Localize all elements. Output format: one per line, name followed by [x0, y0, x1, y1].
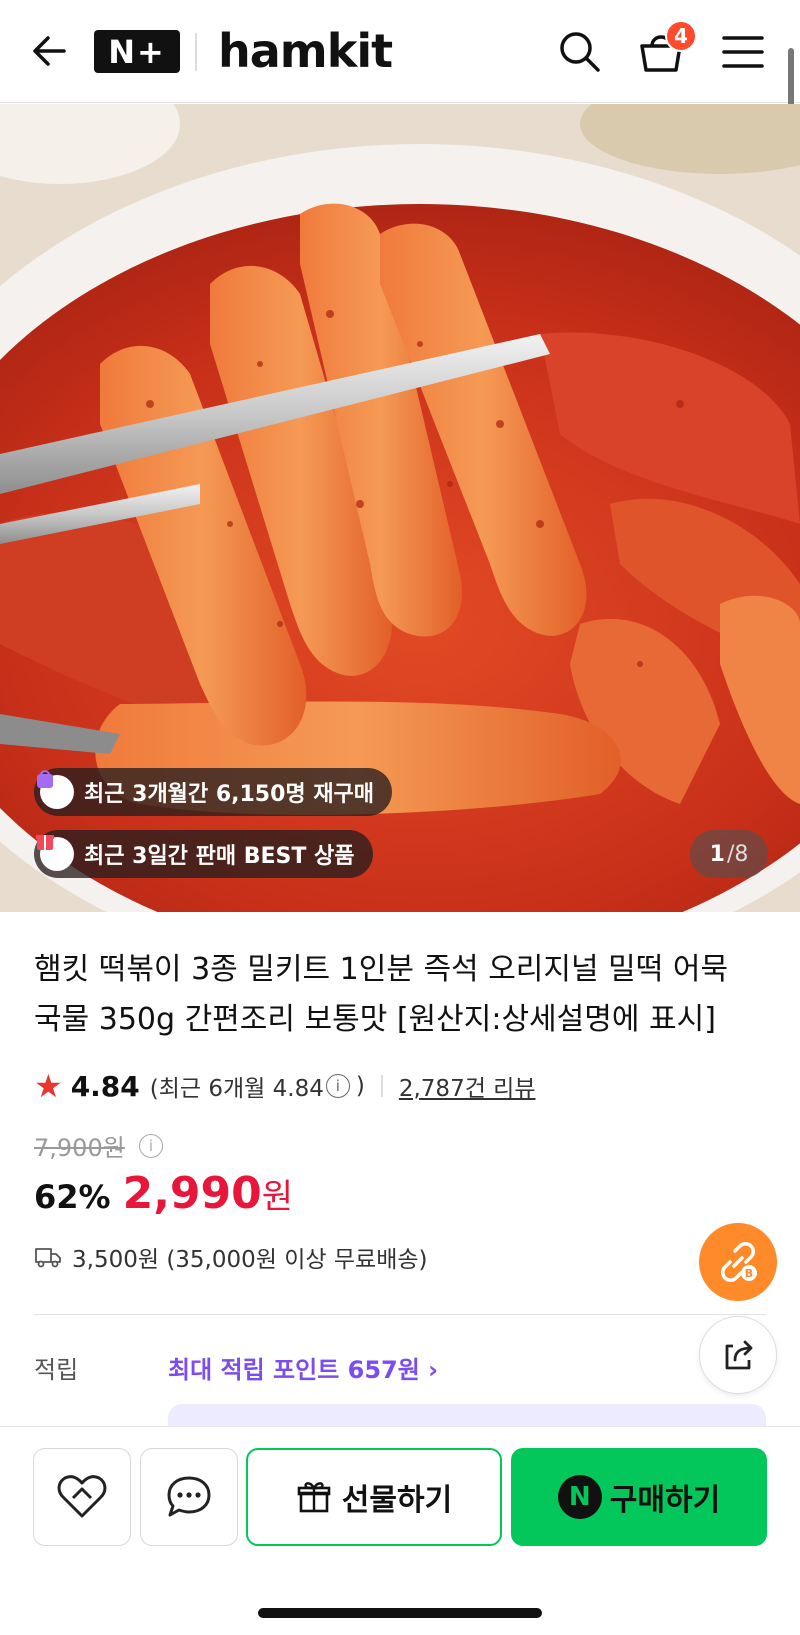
- counter-current: 1: [709, 841, 725, 867]
- chat-bubble-icon: [167, 1476, 211, 1517]
- best-seller-badge: 최근 3일간 판매 BEST 상품: [34, 830, 373, 878]
- svg-text:B: B: [745, 1267, 753, 1280]
- gift-button[interactable]: 선물하기: [246, 1448, 502, 1546]
- naver-pay-icon: N: [557, 1475, 602, 1519]
- wishlist-button[interactable]: [33, 1448, 131, 1546]
- counter-separator: /: [726, 841, 735, 867]
- best-seller-text: 최근 3일간 판매 BEST 상품: [84, 844, 355, 869]
- link-icon: B: [721, 1242, 757, 1282]
- chevron-right-icon: ›: [428, 1356, 439, 1384]
- gift-button-label: 선물하기: [341, 1483, 453, 1518]
- shipping-info: 3,500원 (35,000원 이상 무료배송): [34, 1237, 427, 1277]
- reviews-link[interactable]: 2,787건 리뷰: [399, 1069, 536, 1103]
- counter-total: 8: [734, 841, 749, 867]
- discount-rate: 62%: [34, 1178, 111, 1216]
- bag-icon: [37, 770, 74, 809]
- link-share-button[interactable]: B: [699, 1223, 777, 1301]
- heart-icon: [57, 1475, 107, 1518]
- rating-row: ★ 4.84 (최근 6개월 4.84 i ) 2,787건 리뷰: [34, 1066, 536, 1106]
- rating-divider: [380, 1075, 383, 1097]
- points-label: 적립: [34, 1356, 79, 1384]
- search-icon[interactable]: [556, 28, 602, 74]
- price-row: 62% 2,990 원: [34, 1168, 293, 1219]
- truck-icon: [35, 1248, 61, 1268]
- price-info-icon[interactable]: i: [139, 1134, 163, 1158]
- product-image-carousel[interactable]: 최근 3개월간 6,150명 재구매 최근 3일간 판매 BEST 상품: [0, 104, 800, 912]
- sale-price: 2,990: [122, 1168, 262, 1219]
- repurchase-text: 최근 3개월간 6,150명 재구매: [84, 782, 375, 807]
- logo-divider: [195, 33, 197, 71]
- section-divider: [34, 1314, 766, 1315]
- star-icon: ★: [34, 1067, 63, 1105]
- rating-paren: ): [355, 1073, 365, 1099]
- buy-button[interactable]: N 구매하기: [511, 1448, 767, 1546]
- shipping-text: 3,500원 (35,000원 이상 무료배송): [72, 1247, 428, 1273]
- original-price: 7,900원: [34, 1134, 125, 1162]
- buy-button-label: 구매하기: [609, 1483, 721, 1518]
- share-button[interactable]: [699, 1316, 777, 1394]
- share-icon: [725, 1340, 753, 1370]
- repurchase-badge: 최근 3개월간 6,150명 재구매: [34, 768, 393, 816]
- gift-box-icon: [36, 835, 74, 871]
- nplus-logo[interactable]: N+: [94, 30, 180, 73]
- product-title: 햄킷 떡볶이 3종 밀키트 1인분 즉석 오리지널 밀떡 어묵 국물 350g …: [34, 945, 764, 1045]
- home-indicator[interactable]: [258, 1608, 542, 1618]
- info-icon[interactable]: i: [325, 1074, 350, 1098]
- image-counter: 1 / 8: [690, 830, 768, 878]
- brand-logo[interactable]: hamkit: [218, 24, 393, 78]
- product-title-line-2: 국물 350g 간편조리 보통맛 [원산지:상세설명에 표시]: [34, 1002, 716, 1037]
- rating-score: 4.84: [70, 1069, 140, 1103]
- cart-count-badge: 4: [665, 20, 697, 52]
- product-title-line-1: 햄킷 떡볶이 3종 밀키트 1인분 즉석 오리지널 밀떡 어묵: [34, 952, 729, 987]
- gift-icon: [297, 1482, 331, 1513]
- chat-button[interactable]: [140, 1448, 238, 1546]
- menu-icon[interactable]: [720, 32, 766, 72]
- top-header: N+ hamkit 4: [0, 0, 800, 196]
- points-link[interactable]: 최대 적립 포인트 657원 ›: [168, 1350, 438, 1385]
- back-arrow-icon[interactable]: [28, 30, 70, 72]
- points-text: 최대 적립 포인트 657원: [168, 1356, 420, 1384]
- rating-recent: (최근 6개월 4.84: [149, 1076, 324, 1102]
- currency-unit: 원: [261, 1177, 294, 1217]
